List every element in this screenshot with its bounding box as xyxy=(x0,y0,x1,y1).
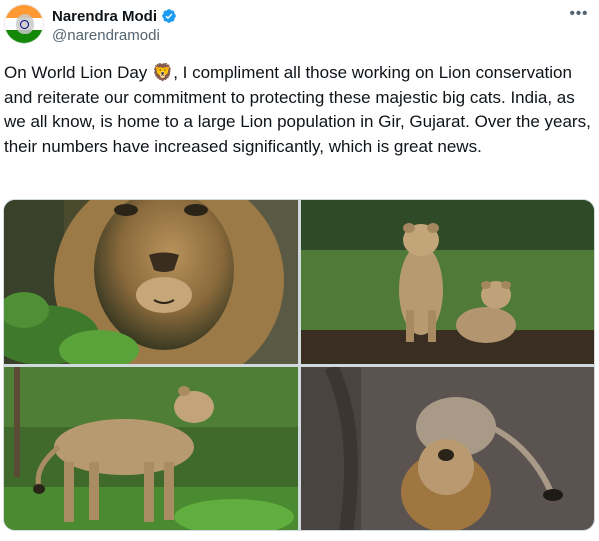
more-options-icon[interactable]: ••• xyxy=(567,2,591,24)
photo-lion-roaring[interactable] xyxy=(301,367,594,530)
photo-lioness[interactable] xyxy=(4,367,298,530)
chakra-icon xyxy=(19,19,29,29)
photo-lion-cubs[interactable] xyxy=(301,200,594,364)
photo-lion-face[interactable] xyxy=(4,200,298,364)
author-avatar[interactable] xyxy=(4,4,44,44)
author-display-name[interactable]: Narendra Modi xyxy=(52,8,157,25)
verified-badge-icon[interactable] xyxy=(161,8,177,24)
author-name-row: Narendra Modi xyxy=(52,6,177,26)
author-handle[interactable]: @narendramodi xyxy=(52,27,160,44)
media-grid xyxy=(3,199,595,531)
tweet-text: On World Lion Day 🦁, I compliment all th… xyxy=(4,63,591,156)
tweet-header: Narendra Modi @narendramodi ••• xyxy=(0,0,599,56)
